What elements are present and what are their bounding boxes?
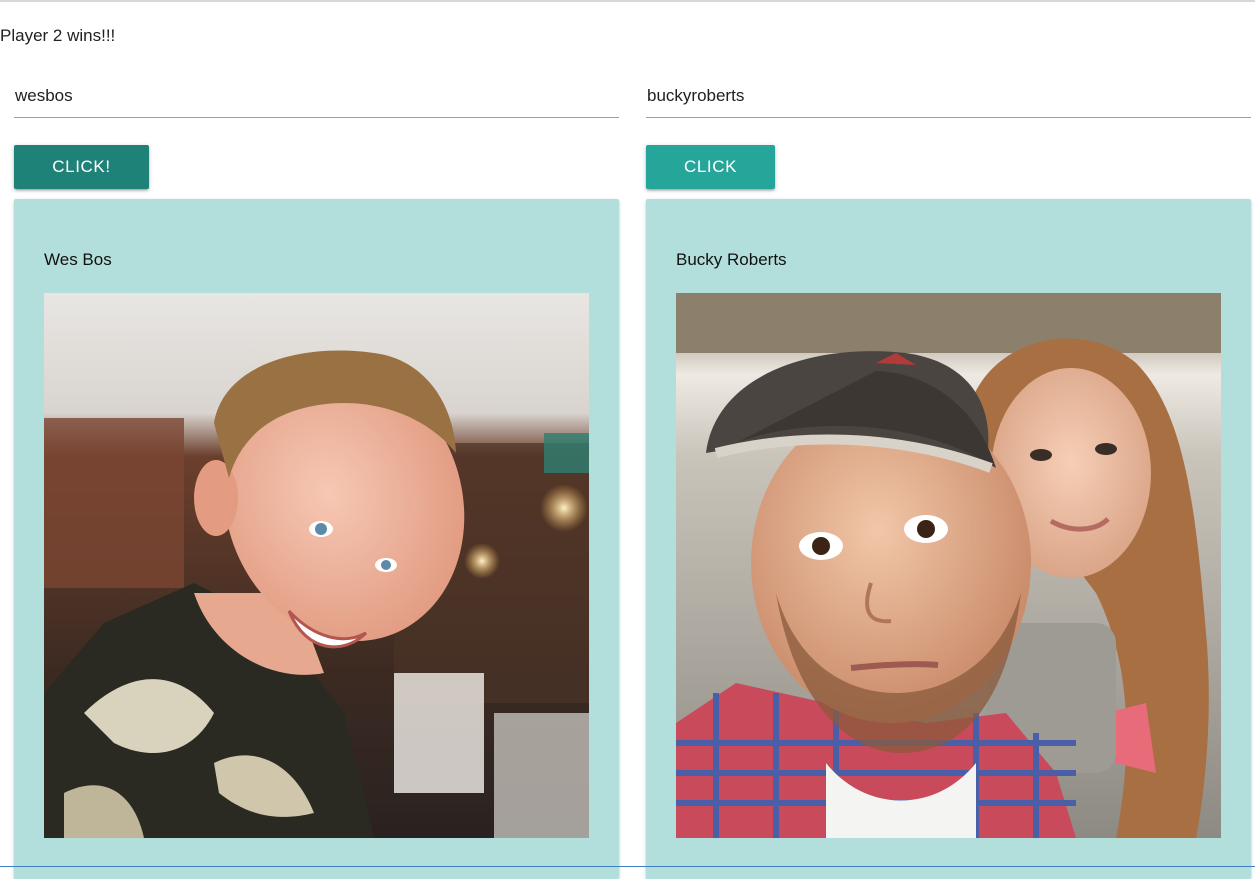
result-message: Player 2 wins!!!: [0, 26, 116, 45]
bottom-divider: [0, 866, 1255, 867]
top-divider: [0, 0, 1255, 2]
player-2-avatar-photo: [676, 293, 1221, 838]
player-1-username-input[interactable]: [14, 74, 619, 118]
player-2-card: Bucky Roberts: [646, 199, 1251, 879]
player-1-avatar: [44, 293, 589, 838]
player-2-name: Bucky Roberts: [676, 250, 787, 269]
player-1-card: Wes Bos: [14, 199, 619, 879]
player-2-username-input[interactable]: [646, 74, 1251, 118]
player-2-avatar: [676, 293, 1221, 838]
player-1-name: Wes Bos: [44, 250, 112, 269]
player-1-click-button[interactable]: CLICK!: [14, 145, 149, 189]
player-1-avatar-photo: [44, 293, 589, 838]
player-2-click-button[interactable]: CLICK: [646, 145, 775, 189]
